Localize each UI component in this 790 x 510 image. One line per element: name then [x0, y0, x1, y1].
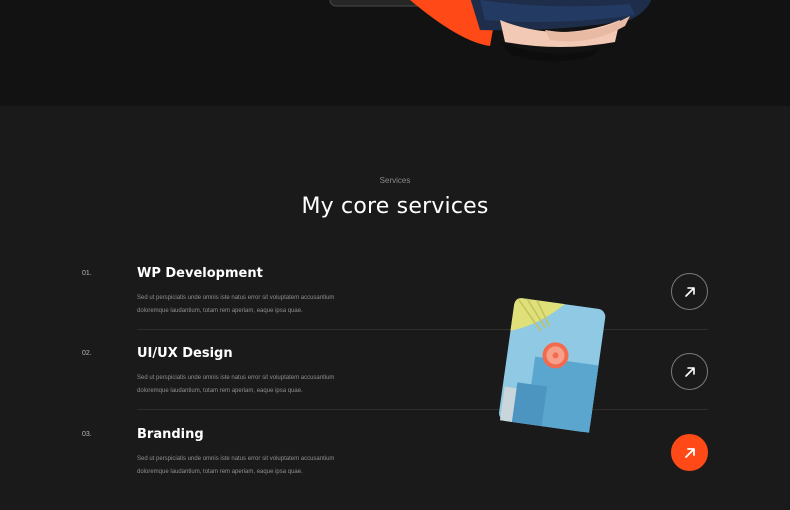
service-description: Sed ut perspiciatis unde omnis iste natu… [137, 372, 427, 398]
service-name: UI/UX Design [137, 346, 233, 361]
services-eyebrow: Services [379, 176, 411, 185]
hero-section [0, 0, 790, 106]
service-item-branding: 03. Branding Sed ut perspiciatis unde om… [82, 427, 708, 507]
service-item-wp-development: 01. WP Development Sed ut perspiciatis u… [82, 266, 708, 346]
service-item-ui-ux-design: 02. UI/UX Design Sed ut perspiciatis und… [82, 346, 708, 426]
service-link-button[interactable] [671, 273, 708, 310]
service-name: Branding [137, 427, 204, 442]
service-number: 02. [82, 350, 92, 357]
service-description: Sed ut perspiciatis unde omnis iste natu… [137, 292, 427, 318]
service-link-button[interactable] [671, 353, 708, 390]
arrow-up-right-icon [684, 366, 695, 377]
service-description-line: doloremque laudantium, totam rem aperiam… [137, 469, 303, 475]
service-name: WP Development [137, 266, 263, 281]
services-title: My core services [301, 194, 489, 219]
service-description: Sed ut perspiciatis unde omnis iste natu… [137, 453, 427, 479]
service-description-line: doloremque laudantium, totam rem aperiam… [137, 388, 303, 394]
service-link-button-active[interactable] [671, 434, 708, 471]
arrow-up-right-icon [684, 447, 695, 458]
arrow-up-right-icon [684, 286, 695, 297]
divider [137, 329, 708, 330]
service-number: 03. [82, 431, 92, 438]
service-description-line: Sed ut perspiciatis unde omnis iste natu… [137, 456, 335, 462]
service-preview-image [498, 298, 606, 433]
service-number: 01. [82, 270, 92, 277]
service-description-line: doloremque laudantium, totam rem aperiam… [137, 308, 303, 314]
service-description-line: Sed ut perspiciatis unde omnis iste natu… [137, 295, 335, 301]
divider [137, 409, 708, 410]
service-description-line: Sed ut perspiciatis unde omnis iste natu… [137, 375, 335, 381]
hero-person-image [329, 0, 651, 62]
